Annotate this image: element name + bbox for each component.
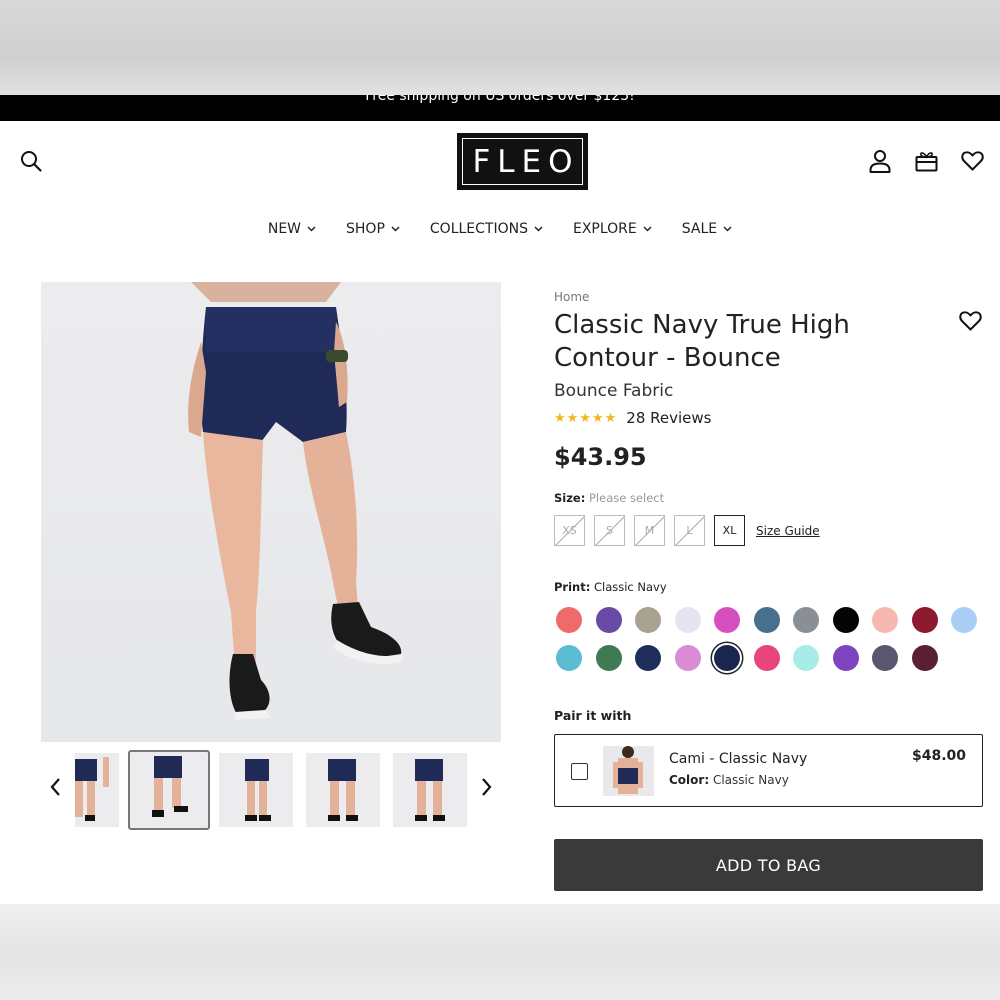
pair-item-checkbox[interactable] [571, 763, 588, 780]
chevron-down-icon [307, 226, 316, 232]
size-guide-link[interactable]: Size Guide [756, 524, 820, 538]
size-option-xs[interactable]: XS [554, 515, 585, 546]
print-swatch[interactable] [793, 607, 819, 633]
pair-item-color-value: Classic Navy [712, 773, 789, 787]
thumbnail-strip [41, 750, 501, 831]
print-swatch[interactable] [635, 607, 661, 633]
main-nav: NEW SHOP COLLECTIONS EXPLORE SALE [0, 221, 1000, 237]
print-swatch[interactable] [674, 645, 701, 671]
product-section: Home Classic Navy True High Contour - Bo… [0, 261, 1000, 904]
print-swatch[interactable] [872, 645, 898, 671]
print-swatch[interactable] [674, 607, 701, 633]
print-label-text: Print: [554, 580, 591, 594]
print-swatch[interactable] [595, 607, 622, 633]
chevron-left-icon[interactable] [49, 777, 63, 801]
print-swatch[interactable] [911, 607, 938, 633]
breadcrumb-home[interactable]: Home [554, 290, 589, 304]
account-icon[interactable] [867, 148, 893, 174]
star-icon: ★ [554, 410, 566, 426]
nav-label: NEW [267, 221, 302, 237]
page-backdrop-top [0, 0, 1000, 95]
nav-item-new[interactable]: NEW [268, 221, 316, 237]
wishlist-heart-icon[interactable] [959, 148, 985, 174]
reviews-link[interactable]: 28 Reviews [626, 409, 711, 427]
star-icon: ★ [579, 410, 591, 426]
print-swatch[interactable] [635, 645, 661, 671]
nav-item-shop[interactable]: SHOP [346, 221, 400, 237]
nav-label: COLLECTIONS [429, 221, 528, 237]
pair-item-card: Cami - Classic Navy Color: Classic Navy … [554, 734, 983, 807]
size-options: XS S M L XL Size Guide [554, 515, 820, 546]
star-icon: ★ [591, 410, 604, 426]
print-swatch[interactable] [793, 645, 819, 671]
size-option-xl[interactable]: XL [714, 515, 745, 546]
chevron-right-icon[interactable] [479, 777, 493, 801]
pair-item-color: Color: Classic Navy [669, 773, 789, 787]
announcement-bar: Free shipping on US orders over $125! [0, 95, 1000, 121]
fleo-logo[interactable]: FLEO [457, 133, 588, 190]
chevron-down-icon [723, 226, 732, 232]
print-value: Classic Navy [593, 580, 667, 594]
search-icon[interactable] [18, 148, 44, 174]
page-backdrop-bottom [0, 904, 1000, 1000]
product-thumbnail[interactable] [393, 753, 467, 827]
chevron-down-icon [391, 226, 400, 232]
size-hint: Please select [588, 491, 665, 505]
pair-item-color-label: Color: [669, 773, 710, 787]
chevron-down-icon [534, 226, 543, 232]
print-swatch[interactable] [753, 607, 780, 633]
gift-card-icon[interactable] [913, 148, 939, 174]
product-fabric: Bounce Fabric [554, 381, 674, 401]
product-main-image[interactable] [41, 282, 501, 742]
star-icon: ★ [604, 410, 617, 426]
print-swatch[interactable] [556, 645, 582, 671]
print-swatch[interactable] [595, 645, 622, 671]
size-label: Size: Please select [554, 491, 664, 505]
product-title: Classic Navy True High Contour - Bounce [554, 310, 850, 373]
print-swatch[interactable] [951, 607, 977, 633]
print-swatch[interactable] [832, 607, 859, 633]
pair-item-image[interactable] [603, 746, 654, 796]
pair-item-name: Cami - Classic Navy [669, 751, 808, 767]
nav-item-explore[interactable]: EXPLORE [573, 221, 652, 237]
pair-item-price: $48.00 [911, 748, 966, 764]
print-swatch[interactable] [872, 607, 898, 633]
product-thumbnail-active[interactable] [128, 750, 210, 830]
logo-text: FLEO [472, 143, 580, 180]
print-swatch[interactable] [753, 645, 780, 671]
pair-it-with-label: Pair it with [554, 708, 632, 723]
size-label-text: Size: [554, 491, 586, 505]
print-label: Print: Classic Navy [554, 580, 667, 594]
print-swatch[interactable] [911, 645, 938, 671]
size-option-label: XL [722, 524, 737, 537]
announcement-text: Free shipping on US orders over $125! [365, 95, 635, 104]
print-swatch-selected[interactable] [714, 645, 740, 671]
product-thumbnail[interactable] [75, 753, 119, 827]
size-option-s[interactable]: S [594, 515, 625, 546]
rating-stars[interactable]: ★ ★ ★ ★ ★ 28 Reviews [554, 409, 711, 427]
nav-item-sale[interactable]: SALE [682, 221, 732, 237]
print-swatch[interactable] [714, 607, 740, 633]
add-to-bag-button[interactable]: ADD TO BAG [554, 839, 983, 891]
chevron-down-icon [643, 226, 652, 232]
add-to-wishlist-heart-icon[interactable] [959, 311, 982, 335]
nav-label: SALE [681, 221, 718, 237]
product-thumbnail[interactable] [306, 753, 380, 827]
product-thumbnail[interactable] [219, 753, 293, 827]
size-option-l[interactable]: L [674, 515, 705, 546]
print-swatch[interactable] [556, 607, 582, 633]
nav-label: EXPLORE [572, 221, 637, 237]
nav-label: SHOP [346, 221, 385, 237]
print-swatch[interactable] [832, 645, 859, 671]
product-price: $43.95 [554, 443, 647, 471]
nav-item-collections[interactable]: COLLECTIONS [430, 221, 543, 237]
star-icon: ★ [566, 410, 579, 426]
size-option-m[interactable]: M [634, 515, 665, 546]
site-header: FLEO NEW SHOP COLLECTIONS EXPLORE SALE [0, 121, 1000, 261]
